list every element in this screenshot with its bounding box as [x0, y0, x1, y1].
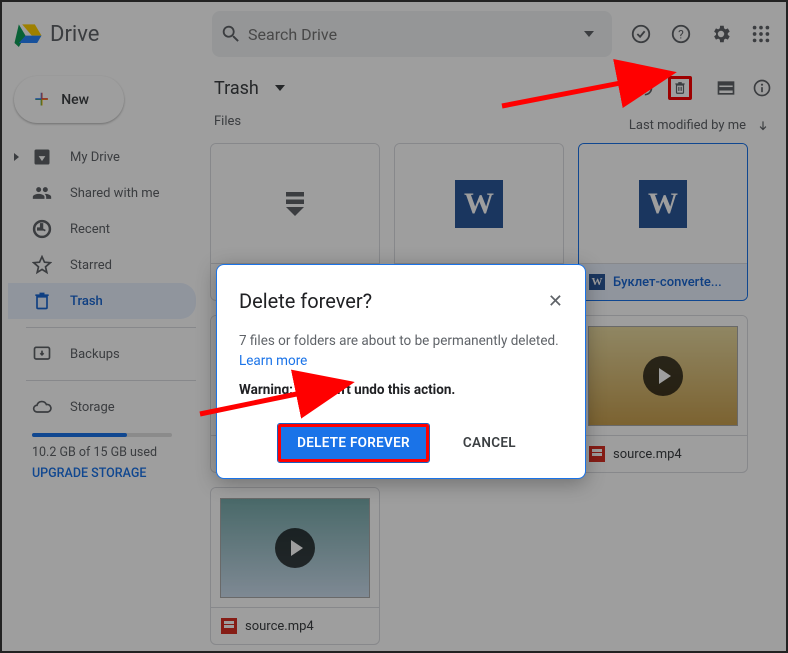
sidebar-item-label: Trash — [70, 294, 103, 309]
svg-text:?: ? — [678, 28, 684, 42]
storage-bar — [32, 433, 172, 437]
logo[interactable]: Drive — [12, 21, 212, 47]
sidebar-item-label: Starred — [70, 258, 112, 273]
dialog-body: 7 files or folders are about to be perma… — [239, 331, 563, 372]
video-file-icon — [589, 446, 605, 462]
settings-icon[interactable] — [710, 23, 732, 45]
location-dropdown[interactable]: Trash — [214, 78, 295, 99]
cancel-button[interactable]: CANCEL — [455, 424, 524, 462]
sort-label: Last modified by me — [629, 118, 746, 133]
sidebar-item-backups[interactable]: Backups — [8, 336, 196, 372]
sidebar-item-label: My Drive — [70, 150, 120, 165]
app-header: Drive ? — [2, 2, 786, 66]
file-card[interactable]: source.mp4 — [578, 315, 748, 473]
file-thumbnail — [211, 488, 379, 608]
new-label: New — [61, 92, 89, 108]
toolbar: Trash — [206, 66, 782, 110]
sidebar-item-label: Storage — [70, 400, 115, 415]
sidebar-item-storage[interactable]: Storage — [8, 389, 196, 425]
new-button[interactable]: + New — [14, 76, 124, 123]
dialog-title: Delete forever? — [239, 289, 372, 313]
play-icon — [275, 528, 315, 568]
word-icon: W — [455, 180, 503, 228]
sort-control[interactable]: Last modified by me — [617, 110, 782, 137]
sidebar-item-trash[interactable]: Trash — [8, 283, 196, 319]
sidebar-item-shared[interactable]: Shared with me — [8, 175, 196, 211]
ready-offline-icon[interactable] — [630, 23, 652, 45]
dialog-warning: Warning: You can't undo this action. — [239, 382, 563, 398]
people-icon — [32, 183, 52, 203]
clock-icon — [32, 219, 52, 239]
arrow-down-icon — [756, 119, 770, 133]
word-icon: W — [639, 180, 687, 228]
sidebar-item-mydrive[interactable]: My Drive — [8, 139, 196, 175]
search-icon — [220, 23, 242, 45]
drive-icon — [32, 147, 52, 167]
restore-icon[interactable] — [632, 76, 656, 100]
file-name: Буклет-converte... — [613, 275, 722, 290]
file-thumbnail — [579, 316, 747, 436]
sidebar-item-label: Shared with me — [70, 186, 160, 201]
video-file-icon — [221, 618, 237, 634]
drive-logo-icon — [12, 21, 42, 47]
sidebar: + New My Drive Shared with me Recent Sta… — [2, 66, 202, 651]
backups-icon — [32, 344, 52, 364]
search-bar[interactable] — [212, 11, 612, 57]
location-label: Trash — [214, 78, 259, 99]
word-icon: W — [589, 274, 605, 290]
file-card[interactable]: source.mp4 — [210, 487, 380, 645]
search-input[interactable] — [242, 25, 574, 44]
close-icon[interactable]: ✕ — [548, 291, 563, 312]
empty-trash-button[interactable] — [668, 76, 692, 100]
sidebar-item-starred[interactable]: Starred — [8, 247, 196, 283]
storage-text: 10.2 GB of 15 GB used — [8, 445, 196, 460]
play-icon — [643, 356, 683, 396]
sidebar-item-recent[interactable]: Recent — [8, 211, 196, 247]
section-label: Files — [206, 110, 249, 133]
upgrade-storage-link[interactable]: UPGRADE STORAGE — [8, 460, 196, 481]
file-name: source.mp4 — [245, 619, 314, 634]
delete-forever-button[interactable]: DELETE FOREVER — [278, 424, 429, 462]
file-card[interactable]: W W Буклет-converte... — [578, 143, 748, 301]
sidebar-item-label: Backups — [70, 347, 120, 362]
product-name: Drive — [50, 22, 99, 47]
file-thumbnail — [211, 144, 379, 264]
sidebar-item-label: Recent — [70, 222, 110, 237]
help-icon[interactable]: ? — [670, 23, 692, 45]
search-options-icon[interactable] — [584, 31, 594, 37]
file-thumbnail: W — [395, 144, 563, 264]
plus-icon: + — [34, 84, 49, 115]
file-thumbnail: W — [579, 144, 747, 264]
info-icon[interactable] — [750, 76, 774, 100]
view-list-icon[interactable] — [714, 76, 738, 100]
apps-icon[interactable] — [750, 23, 772, 45]
cloud-icon — [32, 397, 52, 417]
file-name: source.mp4 — [613, 447, 682, 462]
delete-forever-dialog: Delete forever? ✕ 7 files or folders are… — [216, 264, 586, 479]
trash-icon — [32, 291, 52, 311]
chevron-down-icon — [275, 85, 285, 91]
learn-more-link[interactable]: Learn more — [239, 353, 307, 369]
dialog-body-text: 7 files or folders are about to be perma… — [239, 333, 559, 349]
star-icon — [32, 255, 52, 275]
